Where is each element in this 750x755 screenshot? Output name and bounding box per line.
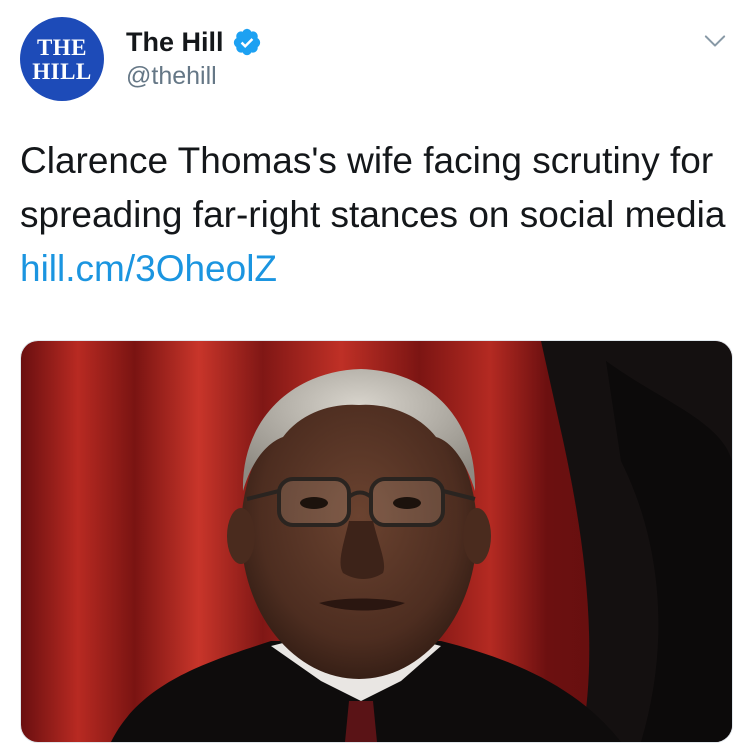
tweet-media-card[interactable]	[20, 340, 733, 743]
avatar-text-line1: THE	[36, 34, 88, 60]
photo-image-icon	[21, 341, 732, 742]
tweet[interactable]: THE HILL The Hill @thehill Clarence Thom…	[0, 0, 750, 755]
chevron-down-icon[interactable]	[704, 30, 726, 52]
author-name-row: The Hill	[126, 24, 262, 60]
tweet-body: Clarence Thomas's wife facing scrutiny f…	[20, 140, 726, 235]
tweet-text: Clarence Thomas's wife facing scrutiny f…	[20, 134, 735, 296]
display-name[interactable]: The Hill	[126, 27, 224, 58]
handle[interactable]: @thehill	[126, 62, 217, 91]
avatar-text-line2: HILL	[32, 58, 92, 84]
tweet-link[interactable]: hill.cm/3OheolZ	[20, 248, 277, 289]
verified-badge-icon	[233, 28, 260, 56]
avatar[interactable]: THE HILL	[20, 17, 104, 101]
